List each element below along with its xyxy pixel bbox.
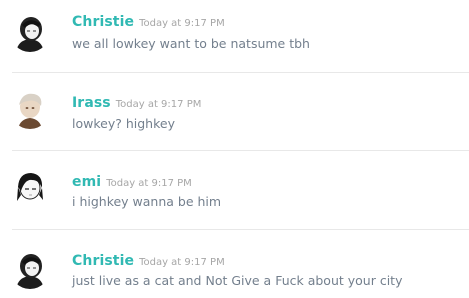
avatar[interactable] bbox=[10, 12, 50, 52]
message-text: i highkey wanna be him bbox=[72, 194, 222, 209]
message-divider bbox=[12, 229, 469, 230]
username[interactable]: Christie bbox=[72, 14, 134, 30]
message-text: just live as a cat and Not Give a Fuck a… bbox=[72, 273, 403, 288]
timestamp: Today at 9:17 PM bbox=[115, 99, 202, 110]
avatar[interactable] bbox=[10, 249, 50, 289]
message-divider bbox=[12, 150, 469, 151]
chat-log: Christie Today at 9:17 PM we all lowkey w… bbox=[0, 0, 469, 298]
avatar[interactable] bbox=[10, 167, 50, 207]
username[interactable]: Christie bbox=[72, 253, 134, 269]
message-text: we all lowkey want to be natsume tbh bbox=[72, 36, 310, 51]
timestamp: Today at 9:17 PM bbox=[139, 257, 225, 268]
username[interactable]: emi bbox=[72, 174, 101, 190]
message-divider bbox=[12, 72, 469, 73]
username[interactable]: Irass bbox=[72, 95, 111, 111]
timestamp: Today at 9:17 PM bbox=[139, 18, 225, 29]
timestamp: Today at 9:17 PM bbox=[106, 178, 192, 189]
avatar[interactable] bbox=[10, 89, 50, 129]
message-text: lowkey? highkey bbox=[72, 116, 175, 131]
